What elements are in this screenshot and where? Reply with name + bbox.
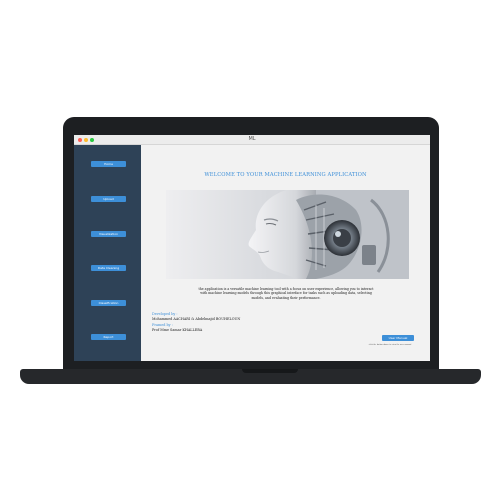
developers-names: Mohammed AACHARI & Abdelmajid BOUHELOUN: [152, 317, 241, 321]
ai-robot-image: [166, 190, 409, 279]
upload-button[interactable]: Upload: [91, 196, 126, 202]
report-button[interactable]: Report: [91, 334, 126, 340]
window-title: ML: [248, 136, 256, 142]
home-button[interactable]: Home: [91, 161, 126, 167]
supervisor-name: Prof Mme Samar KHALLEBA: [152, 328, 203, 332]
window-titlebar: ML: [74, 135, 430, 145]
user-manual-note: click the button above to view the user …: [368, 344, 412, 346]
app-description: the application is a versatile machine l…: [198, 287, 374, 300]
developed-by-label: Developed by :: [152, 312, 178, 316]
sidebar: Home Upload Visualization Data Cleaning …: [74, 145, 141, 361]
laptop-notch: [242, 369, 298, 373]
framed-by-label: Framed by :: [152, 323, 173, 327]
visualization-button[interactable]: Visualization: [91, 231, 126, 237]
robot-illustration: [166, 190, 409, 279]
app-window: ML Home Upload Visualization Data Cleani…: [74, 135, 430, 361]
data-cleaning-button[interactable]: Data Cleaning: [91, 265, 126, 271]
welcome-title: WELCOME TO YOUR MACHINE LEARNING APPLICA…: [204, 172, 367, 178]
user-manual-button[interactable]: User Manual: [382, 335, 414, 341]
laptop-base: [20, 369, 481, 384]
classification-button[interactable]: Classification: [91, 300, 126, 306]
main-content: WELCOME TO YOUR MACHINE LEARNING APPLICA…: [141, 145, 430, 361]
